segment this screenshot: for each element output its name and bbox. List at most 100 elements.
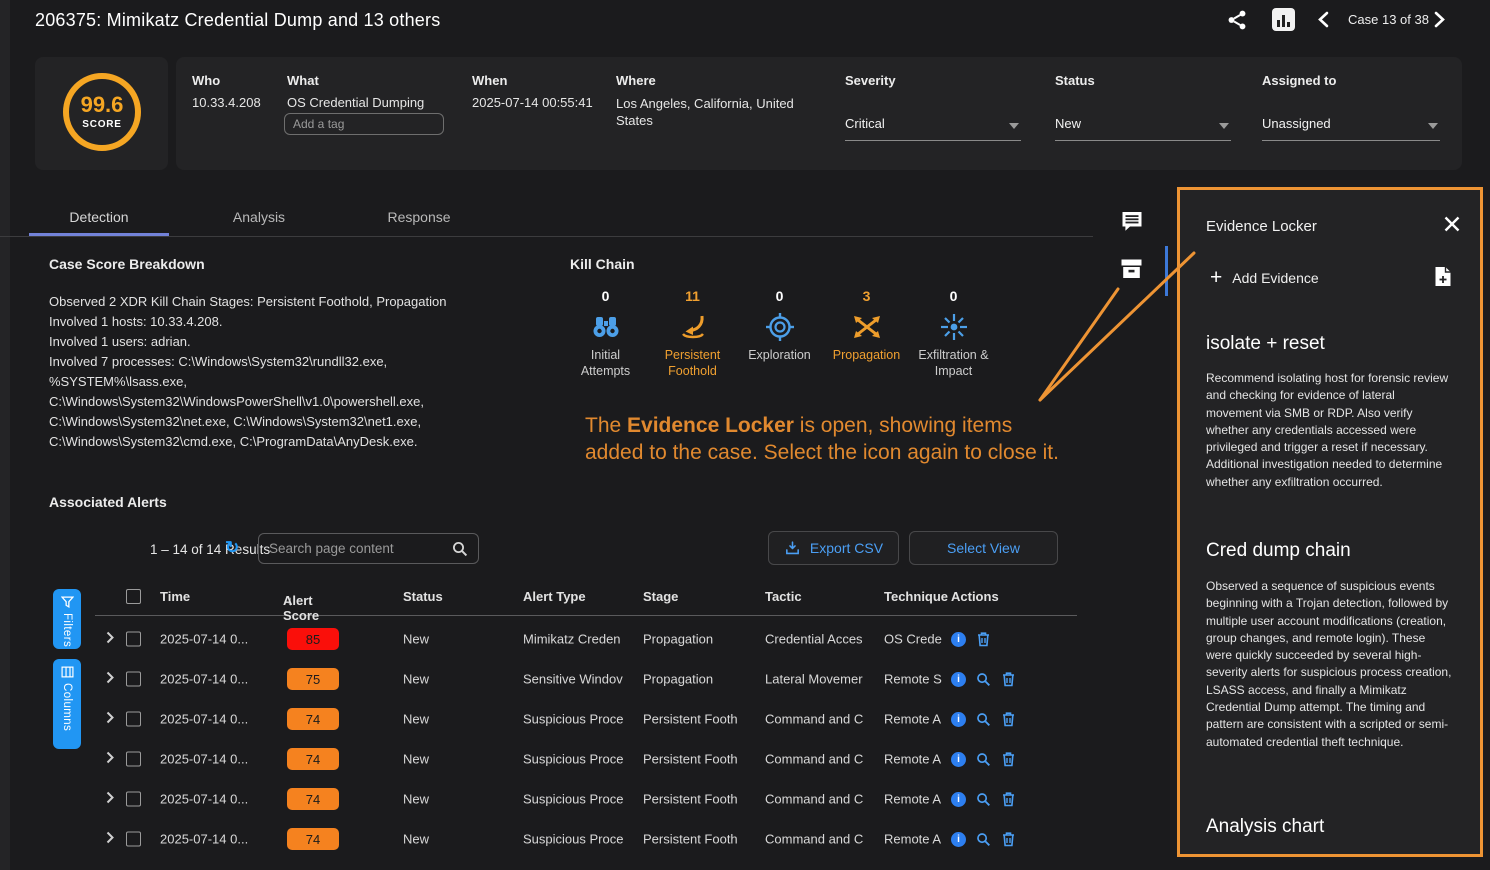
col-header-stage[interactable]: Stage [643,589,678,604]
delete-icon[interactable] [1001,791,1016,807]
delete-icon[interactable] [1001,711,1016,727]
share-icon[interactable] [1226,8,1248,32]
delete-icon[interactable] [1001,751,1016,767]
impact-burst-icon [939,311,969,343]
col-header-tactic[interactable]: Tactic [765,589,802,604]
cell-alert-type: Suspicious Proce [523,792,631,807]
plus-icon: + [1210,268,1222,288]
search-box[interactable] [258,533,479,564]
stage-exploration[interactable]: 0 Exploration [736,288,823,379]
severity-value: Critical [845,116,885,131]
stage-exfiltration-impact[interactable]: 0 Exfiltration &Impact [910,288,997,379]
cell-status: New [403,632,429,647]
evidence-item-title[interactable]: Cred dump chain [1206,540,1351,562]
comments-icon[interactable] [1120,209,1144,238]
search-input[interactable] [269,534,444,563]
delete-icon[interactable] [1001,831,1016,847]
row-checkbox[interactable] [126,712,141,727]
stage-propagation[interactable]: 3 Propagation [823,288,910,379]
alert-score-badge: 74 [287,748,339,770]
search-action-icon[interactable] [976,792,991,807]
columns-button[interactable]: Columns [53,659,81,749]
severity-label: Severity [845,73,896,88]
chart-bar [1277,20,1280,27]
alerts-table-header: Time Alert Score↓ Status Alert Type Stag… [95,585,1077,616]
row-checkbox[interactable] [126,832,141,847]
expand-chevron-icon[interactable] [106,751,114,767]
cell-tactic: Command and C [765,832,875,847]
search-action-icon[interactable] [976,672,991,687]
tab-analysis[interactable]: Analysis [189,198,329,236]
col-header-time[interactable]: Time [160,589,190,604]
breakdown-line: Involved 7 processes: C:\Windows\System3… [49,352,519,372]
add-tag-input[interactable] [284,113,444,135]
assigned-value: Unassigned [1262,116,1331,131]
case-score-card: 99.6 SCORE [35,57,168,170]
evidence-item-body: Observed a sequence of suspicious events… [1206,578,1454,751]
stage-persistent-foothold[interactable]: 11 PersistentFoothold [649,288,736,379]
info-icon[interactable]: i [951,672,966,687]
info-icon[interactable]: i [951,832,966,847]
table-row[interactable]: 2025-07-14 0... 74 New Suspicious Proce … [95,819,1077,859]
add-document-icon[interactable] [1434,266,1452,292]
cell-technique: Remote A [884,752,944,767]
search-action-icon[interactable] [976,832,991,847]
col-header-alert-type[interactable]: Alert Type [523,589,586,604]
select-view-button[interactable]: Select View [909,531,1058,565]
case-prev-chevron-icon[interactable] [1318,11,1330,29]
filter-icon [61,596,74,608]
cell-stage: Propagation [643,632,755,647]
evidence-item-title[interactable]: isolate + reset [1206,333,1325,355]
cell-time: 2025-07-14 0... [160,712,248,727]
evidence-locker-title: Evidence Locker [1206,218,1317,235]
evidence-locker-icon[interactable] [1119,256,1144,287]
filters-button[interactable]: Filters [53,589,81,649]
expand-chevron-icon[interactable] [106,791,114,807]
kill-chain-stages: 0 InitialAttempts 11 PersistentFoothold … [562,288,997,379]
export-csv-button[interactable]: Export CSV [768,531,899,565]
row-checkbox[interactable] [126,632,141,647]
table-row[interactable]: 2025-07-14 0... 74 New Suspicious Proce … [95,699,1077,739]
row-checkbox[interactable] [126,672,141,687]
table-row[interactable]: 2025-07-14 0... 74 New Suspicious Proce … [95,779,1077,819]
close-icon[interactable] [1444,216,1460,237]
refresh-icon[interactable]: ↻ [225,538,239,558]
expand-chevron-icon[interactable] [106,711,114,727]
assigned-dropdown[interactable]: Unassigned [1262,115,1440,141]
info-icon[interactable]: i [951,752,966,767]
stage-initial-attempts[interactable]: 0 InitialAttempts [562,288,649,379]
info-icon[interactable]: i [951,712,966,727]
col-header-technique[interactable]: Technique [884,589,950,604]
evidence-item-title[interactable]: Analysis chart [1206,816,1324,838]
table-row[interactable]: 2025-07-14 0... 74 New Suspicious Proce … [95,739,1077,779]
info-icon[interactable]: i [951,792,966,807]
add-evidence-label: Add Evidence [1232,270,1318,286]
tab-detection[interactable]: Detection [29,198,169,236]
table-row[interactable]: 2025-07-14 0... 75 New Sensitive Windov … [95,659,1077,699]
delete-icon[interactable] [976,631,991,647]
severity-dropdown[interactable]: Critical [845,115,1021,141]
row-checkbox[interactable] [126,752,141,767]
status-value: New [1055,116,1081,131]
status-dropdown[interactable]: New [1055,115,1231,141]
cell-alert-type: Mimikatz Creden [523,632,631,647]
search-action-icon[interactable] [976,752,991,767]
cell-stage: Persistent Footh [643,832,755,847]
sort-desc-icon: ↓ [287,593,294,608]
cell-tactic: Credential Acces [765,632,875,647]
col-header-status[interactable]: Status [403,589,443,604]
tab-response[interactable]: Response [349,198,489,236]
table-row[interactable]: 2025-07-14 0... 85 New Mimikatz Creden P… [95,619,1077,659]
case-next-chevron-icon[interactable] [1434,11,1446,29]
chevron-down-icon [1428,123,1438,129]
info-icon[interactable]: i [951,632,966,647]
expand-chevron-icon[interactable] [106,671,114,687]
add-evidence-button[interactable]: + Add Evidence [1210,268,1319,288]
search-action-icon[interactable] [976,712,991,727]
select-all-checkbox[interactable] [126,589,141,604]
expand-chevron-icon[interactable] [106,831,114,847]
row-checkbox[interactable] [126,792,141,807]
expand-chevron-icon[interactable] [106,631,114,647]
delete-icon[interactable] [1001,671,1016,687]
chart-icon[interactable] [1272,8,1295,31]
